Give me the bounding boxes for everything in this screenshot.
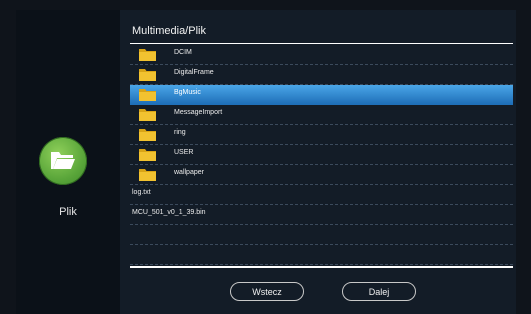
file-row[interactable]: log.txt [130,185,513,205]
folder-icon [139,129,156,141]
file-name: wallpaper [174,169,204,176]
folder-icon [139,49,156,61]
file-name: USER [174,149,194,156]
file-name: BgMusic [174,89,201,96]
folder-icon [139,149,156,161]
empty-row [130,245,513,265]
file-list: DCIM DigitalFrame BgMusic MessageImport ring… [130,45,513,265]
title-divider [130,43,513,44]
file-browser-screen: Plik Multimedia/Plik DCIM DigitalFrame BgM… [0,0,531,314]
left-panel: Plik [16,10,120,314]
file-name: ring [174,129,186,136]
file-manager-icon[interactable] [39,137,87,185]
file-name: DigitalFrame [174,69,214,76]
file-name: MessageImport [174,109,223,116]
folder-icon [139,169,156,181]
open-folder-icon [51,152,75,169]
file-name: log.txt [132,189,151,196]
file-name: MCU_501_v0_1_39.bin [132,209,206,216]
left-panel-label: Plik [59,206,77,218]
file-row[interactable]: MCU_501_v0_1_39.bin [130,205,513,225]
folder-row[interactable]: USER [130,145,513,165]
folder-row[interactable]: ring [130,125,513,145]
folder-row[interactable]: DigitalFrame [130,65,513,85]
file-name: DCIM [174,49,192,56]
empty-row [130,225,513,245]
folder-row[interactable]: BgMusic [130,85,513,105]
folder-row[interactable]: MessageImport [130,105,513,125]
bottom-divider [130,266,513,268]
back-button[interactable]: Wstecz [230,282,304,301]
folder-row[interactable]: wallpaper [130,165,513,185]
folder-icon [139,109,156,121]
path-title: Multimedia/Plik [132,25,206,37]
main-panel: Multimedia/Plik DCIM DigitalFrame BgMusic M… [120,10,516,314]
folder-icon [139,69,156,81]
folder-icon [139,89,156,101]
folder-row[interactable]: DCIM [130,45,513,65]
next-button[interactable]: Dalej [342,282,416,301]
